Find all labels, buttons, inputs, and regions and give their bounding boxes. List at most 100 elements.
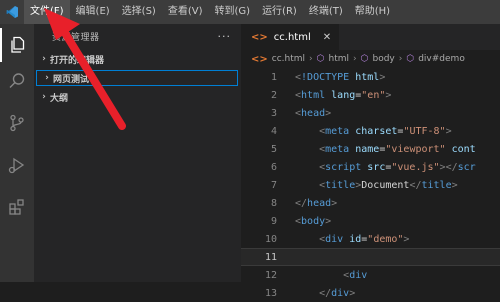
code-token: > bbox=[379, 71, 386, 83]
code-text: </div> bbox=[295, 288, 355, 299]
section-label: 打开的编辑器 bbox=[50, 55, 105, 66]
html-file-icon: <> bbox=[251, 31, 268, 43]
section-label: 大纲 bbox=[50, 93, 69, 104]
source-control-icon[interactable] bbox=[0, 106, 34, 140]
code-text: <script src="vue.js"></scr bbox=[295, 162, 476, 173]
breadcrumb-file[interactable]: cc.html bbox=[272, 54, 305, 64]
line-number: 9 bbox=[270, 215, 277, 227]
code-line[interactable]: 7 <title>Document</title> bbox=[241, 176, 500, 194]
close-icon[interactable]: ✕ bbox=[323, 32, 331, 43]
line-number: 10 bbox=[264, 233, 277, 245]
run-debug-icon[interactable] bbox=[0, 148, 34, 182]
menu-file[interactable]: 文件(F) bbox=[24, 0, 70, 24]
code-token: > bbox=[325, 215, 332, 227]
code-token: meta bbox=[325, 125, 350, 137]
code-line[interactable]: 1 <!DOCTYPE html> bbox=[241, 68, 500, 86]
code-token: name bbox=[355, 143, 380, 155]
menu-bar: 文件(F) 编辑(E) 选择(S) 查看(V) 转到(G) 运行(R) 终端(T… bbox=[0, 0, 500, 24]
code-token: body bbox=[301, 215, 326, 227]
line-number: 5 bbox=[270, 143, 277, 155]
code-line[interactable]: 5 <meta name="viewport" cont bbox=[241, 140, 500, 158]
tab-cc-html[interactable]: <> cc.html ✕ bbox=[241, 24, 340, 50]
code-token: script bbox=[325, 161, 362, 173]
menu-view[interactable]: 查看(V) bbox=[162, 0, 209, 24]
chevron-right-icon: › bbox=[42, 92, 46, 102]
editor-area: <> cc.html ✕ <> cc.html › ⬡ html › ⬡ bod… bbox=[241, 24, 500, 299]
code-token: title bbox=[421, 179, 452, 191]
code-line[interactable]: 8 </head> bbox=[241, 194, 500, 212]
chevron-right-icon: › bbox=[309, 54, 313, 64]
tab-label: cc.html bbox=[273, 31, 311, 43]
menu-selection[interactable]: 选择(S) bbox=[116, 0, 162, 24]
chevron-right-icon: › bbox=[42, 54, 46, 64]
section-workspace-folder[interactable]: › 网页测试 bbox=[36, 70, 238, 86]
code-line[interactable]: 3 <head> bbox=[241, 104, 500, 122]
menu-run[interactable]: 运行(R) bbox=[256, 0, 303, 24]
code-token: </ bbox=[295, 197, 308, 209]
code-token: ></ bbox=[439, 161, 458, 173]
extensions-icon[interactable] bbox=[0, 190, 34, 224]
code-text: <meta name="viewport" cont bbox=[295, 144, 476, 155]
breadcrumb-item-body[interactable]: body bbox=[372, 54, 394, 64]
code-token: html bbox=[301, 89, 326, 101]
code-token: "UTF-8" bbox=[403, 125, 446, 137]
vscode-logo-icon bbox=[0, 0, 24, 24]
more-actions-icon[interactable]: ··· bbox=[218, 30, 232, 43]
chevron-right-icon: › bbox=[398, 54, 403, 64]
code-token: head bbox=[307, 197, 332, 209]
line-number: 6 bbox=[270, 161, 277, 173]
menu-terminal[interactable]: 终端(T) bbox=[303, 0, 349, 24]
sidebar-header: 资源管理器 ··· bbox=[34, 24, 241, 48]
code-token: > bbox=[445, 125, 452, 137]
section-outline[interactable]: › 大纲 bbox=[34, 89, 241, 105]
line-number: 4 bbox=[270, 125, 277, 137]
code-line[interactable]: 2 <html lang="en"> bbox=[241, 86, 500, 104]
menu-edit[interactable]: 编辑(E) bbox=[70, 0, 116, 24]
explorer-icon[interactable] bbox=[0, 28, 34, 62]
line-number: 12 bbox=[264, 269, 277, 281]
code-line[interactable]: 10 <div id="demo"> bbox=[241, 230, 500, 248]
breadcrumb-item-div[interactable]: div#demo bbox=[418, 54, 465, 64]
code-token: scr bbox=[457, 161, 476, 173]
html-file-icon: <> bbox=[251, 53, 268, 65]
code-line[interactable]: 12 <div bbox=[241, 266, 500, 284]
code-token: </ bbox=[409, 179, 422, 191]
symbol-element-icon: ⬡ bbox=[360, 54, 369, 64]
line-number: 7 bbox=[270, 179, 277, 191]
line-number: 11 bbox=[264, 251, 277, 263]
section-open-editors[interactable]: › 打开的编辑器 bbox=[34, 51, 241, 67]
code-line[interactable]: 11 bbox=[241, 248, 500, 266]
code-text: <meta charset="UTF-8"> bbox=[295, 126, 452, 137]
breadcrumb: <> cc.html › ⬡ html › ⬡ body › ⬡ div#dem… bbox=[241, 50, 500, 68]
code-token: src bbox=[367, 161, 386, 173]
menu-go[interactable]: 转到(G) bbox=[209, 0, 257, 24]
code-text: <!DOCTYPE html> bbox=[295, 72, 385, 83]
code-token: div bbox=[349, 269, 368, 281]
code-text: <title>Document</title> bbox=[295, 180, 458, 191]
code-text: <div id="demo"> bbox=[295, 234, 409, 245]
activity-bar bbox=[0, 24, 34, 282]
code-line[interactable]: 13 </div> bbox=[241, 284, 500, 302]
code-token: > bbox=[349, 287, 356, 299]
code-token: > bbox=[451, 179, 458, 191]
code-editor[interactable]: 1 <!DOCTYPE html> 2 <html lang="en"> 3 <head>… bbox=[241, 68, 500, 302]
code-line[interactable]: 4 <meta charset="UTF-8"> bbox=[241, 122, 500, 140]
menu-help[interactable]: 帮助(H) bbox=[349, 0, 396, 24]
code-text: <body> bbox=[295, 216, 331, 227]
code-token: </ bbox=[319, 287, 332, 299]
code-token: "en" bbox=[361, 89, 386, 101]
code-token: > bbox=[331, 197, 338, 209]
line-number: 2 bbox=[270, 89, 277, 101]
code-token: > bbox=[325, 107, 332, 119]
sidebar-title: 资源管理器 bbox=[52, 32, 100, 43]
search-icon[interactable] bbox=[0, 64, 34, 98]
code-line[interactable]: 6 <script src="vue.js"></scr bbox=[241, 158, 500, 176]
section-label: 网页测试 bbox=[53, 74, 90, 85]
code-token: "demo" bbox=[367, 233, 404, 245]
code-token: "vue.js" bbox=[391, 161, 440, 173]
symbol-element-icon: ⬡ bbox=[316, 54, 325, 64]
code-token: title bbox=[325, 179, 356, 191]
code-line[interactable]: 9 <body> bbox=[241, 212, 500, 230]
breadcrumb-item-html[interactable]: html bbox=[329, 54, 350, 64]
code-token: cont bbox=[451, 143, 476, 155]
